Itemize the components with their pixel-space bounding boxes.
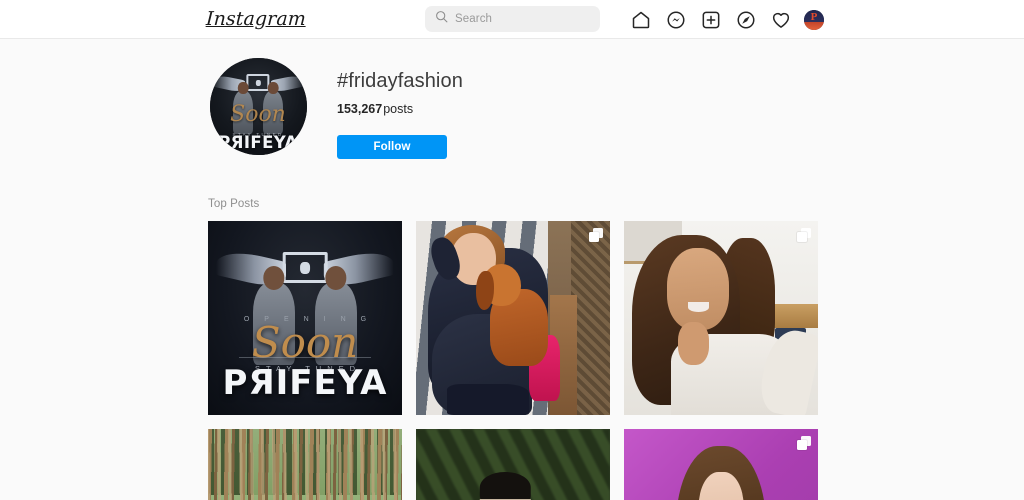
- avatar-initial: P: [810, 10, 818, 23]
- profile-avatar[interactable]: P: [804, 9, 824, 30]
- post-3-artwork: [624, 221, 818, 415]
- search-icon: [435, 10, 448, 28]
- post-3-face: [666, 248, 729, 330]
- carousel-icon: [797, 436, 811, 450]
- avatar-brand-text: PЯIFEYA: [218, 133, 298, 153]
- search-container: [425, 6, 600, 32]
- post-3-hand: [678, 321, 710, 365]
- post-5-hair: [480, 471, 531, 500]
- top-navigation-bar: Instagram Search P: [0, 0, 1024, 39]
- hashtag-avatar[interactable]: Soon STAY TUNED PЯIFEYA: [209, 58, 307, 155]
- header-inner: Instagram Search P: [0, 0, 1024, 38]
- home-icon[interactable]: [629, 8, 653, 32]
- post-2-boot: [447, 383, 529, 415]
- hashtag-avatar-column: Soon STAY TUNED PЯIFEYA: [208, 56, 308, 155]
- carousel-icon-front: [797, 440, 807, 450]
- post-thumbnail-5[interactable]: [416, 429, 610, 500]
- post-6-artwork: [624, 429, 818, 500]
- nav-icon-group: P: [629, 0, 824, 39]
- content-column: Soon STAY TUNED PЯIFEYA #fridayfashion 1…: [208, 52, 820, 500]
- hashtag-avatar-artwork: Soon STAY TUNED PЯIFEYA: [209, 58, 307, 155]
- post-1-soon-text: Soon: [251, 318, 359, 367]
- page-title: #fridayfashion: [337, 70, 463, 92]
- avatar-bottom: [804, 21, 824, 30]
- activity-icon[interactable]: [769, 8, 793, 32]
- post-1-brand-text: PЯIFEYA: [222, 363, 388, 404]
- top-posts-label: Top Posts: [208, 198, 260, 210]
- avatar-soon-text: Soon: [230, 101, 286, 127]
- carousel-icon: [589, 228, 603, 242]
- post-1-emblem-shape: [282, 252, 328, 284]
- carousel-icon: [797, 228, 811, 242]
- explore-icon[interactable]: [734, 8, 758, 32]
- messenger-icon[interactable]: [664, 8, 688, 32]
- post-thumbnail-4[interactable]: [208, 429, 402, 500]
- post-5-artwork: [416, 429, 610, 500]
- avatar-emblem-shape: [246, 74, 270, 91]
- post-4-tree-trunks-highlight: [208, 429, 402, 500]
- hashtag-info: #fridayfashion 153,267posts Follow: [308, 56, 463, 159]
- post-thumbnail-2[interactable]: [416, 221, 610, 415]
- carousel-icon-front: [589, 232, 599, 242]
- search-input[interactable]: [455, 13, 590, 25]
- post-2-artwork: [416, 221, 610, 415]
- follow-button[interactable]: Follow: [337, 135, 447, 159]
- main-content: Soon STAY TUNED PЯIFEYA #fridayfashion 1…: [0, 39, 1024, 500]
- post-1-divider: [239, 356, 371, 358]
- post-count: 153,267posts: [337, 102, 463, 117]
- post-4-artwork: [208, 429, 402, 500]
- carousel-icon-front: [797, 232, 807, 242]
- post-count-number: 153,267: [337, 102, 383, 116]
- post-1-artwork: OPENING Soon STAY TUNED PЯIFEYA: [208, 221, 402, 415]
- hashtag-profile-header: Soon STAY TUNED PЯIFEYA #fridayfashion 1…: [208, 52, 820, 192]
- top-posts-grid: OPENING Soon STAY TUNED PЯIFEYA: [208, 221, 820, 500]
- new-post-icon[interactable]: [699, 8, 723, 32]
- post-thumbnail-3[interactable]: [624, 221, 818, 415]
- post-thumbnail-6[interactable]: [624, 429, 818, 500]
- post-count-label: posts: [383, 102, 414, 116]
- search-box[interactable]: [425, 6, 600, 32]
- post-thumbnail-1[interactable]: OPENING Soon STAY TUNED PЯIFEYA: [208, 221, 402, 415]
- instagram-logo[interactable]: Instagram: [205, 8, 306, 30]
